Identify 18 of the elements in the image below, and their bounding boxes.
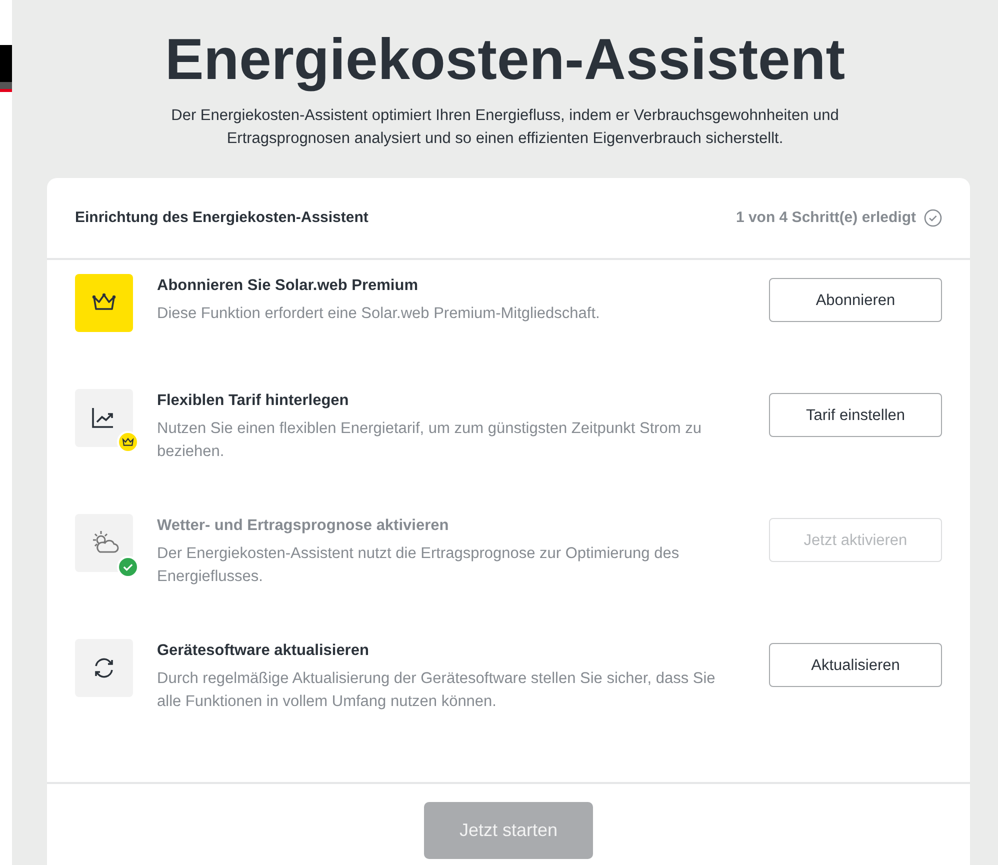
header-bar <box>0 45 12 82</box>
step-description: Diese Funktion erfordert eine Solar.web Premium-Mitgliedschaft. <box>157 304 601 324</box>
step-title: Abonnieren Sie Solar.web Premium <box>157 276 419 296</box>
step-button[interactable]: Tarif einstellen <box>769 393 942 438</box>
navigation-bar <box>0 82 12 92</box>
check-circle-icon <box>924 209 942 228</box>
setup-heading: Einrichtung des Energiekosten-Assistent <box>75 208 368 228</box>
step-button[interactable]: Aktualisieren <box>769 643 942 688</box>
page-description: Der Energiekosten-Assistent optimiert Ihren Energiefluss, indem er Verbrauchsgewohnheiten und Ertragsprognosen analysiert und so einen effizienten Eigenverbrauch sicherstellt. <box>170 106 840 150</box>
step-title: Wetter- und Ertragsprognose aktivieren <box>157 516 450 536</box>
step-description: Durch regelmäßige Aktualisierung der Gerätesoftware stellen Sie sicher, dass Sie alle Funktionen in vollem Umfang nutzen können. <box>157 668 716 712</box>
step-description: Nutzen Sie einen flexiblen Energietarif, um zum günstigsten Zeitpunkt Strom zu beziehen. <box>157 418 702 462</box>
step-title: Flexiblen Tarif hinterlegen <box>157 391 350 412</box>
step-title: Gerätesoftware aktualisieren <box>157 641 370 662</box>
step-button[interactable]: Abonnieren <box>769 278 942 322</box>
page-title: Energiekosten-Assistent <box>164 28 846 92</box>
step-description: Der Energiekosten-Assistent nutzt die Ertragsprognose zur Optimierung des Energieflusses. <box>157 544 680 587</box>
progress-text: 1 von 4 Schritt(e) erledigt <box>736 208 916 228</box>
